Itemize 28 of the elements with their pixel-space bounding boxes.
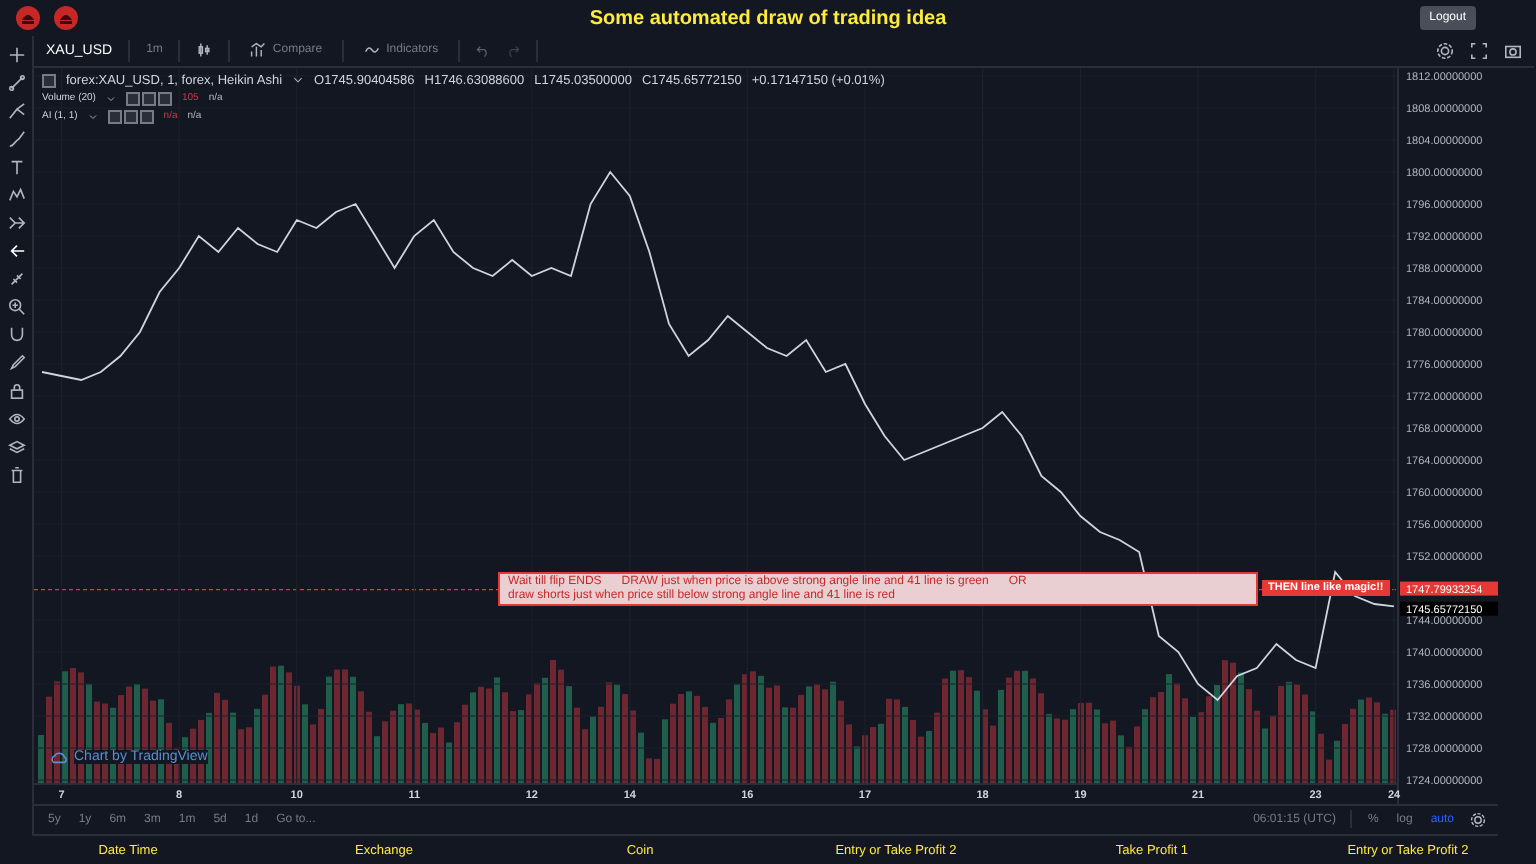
magnet-icon[interactable] bbox=[7, 326, 25, 344]
text-icon[interactable] bbox=[7, 158, 25, 176]
pattern-icon[interactable] bbox=[7, 186, 25, 204]
pencil-icon[interactable] bbox=[7, 354, 25, 372]
page-title: Some automated draw of trading idea bbox=[587, 7, 949, 29]
crosshair-icon[interactable] bbox=[7, 46, 25, 64]
lock-icon[interactable] bbox=[7, 382, 25, 400]
candles-icon[interactable] bbox=[196, 42, 213, 59]
layers-icon[interactable] bbox=[7, 438, 25, 456]
trend-line-icon[interactable] bbox=[7, 74, 25, 92]
cloud-icon bbox=[50, 747, 68, 766]
fork-icon[interactable] bbox=[7, 102, 25, 120]
gear-icon[interactable] bbox=[1470, 811, 1486, 828]
fullscreen-icon[interactable] bbox=[1470, 41, 1488, 60]
indicators-icon bbox=[364, 42, 381, 59]
zoom-in-icon[interactable] bbox=[7, 298, 25, 316]
trash-icon[interactable] bbox=[7, 466, 25, 484]
undo-icon[interactable] bbox=[476, 43, 491, 58]
logo-icon bbox=[54, 6, 78, 30]
logo-icon bbox=[16, 6, 40, 30]
gear-icon[interactable] bbox=[1436, 41, 1454, 60]
eye-icon[interactable] bbox=[7, 410, 25, 428]
checkbox[interactable] bbox=[42, 73, 56, 88]
arrow-icon[interactable] bbox=[7, 242, 25, 260]
camera-icon[interactable] bbox=[1504, 41, 1522, 60]
caret-icon[interactable] bbox=[292, 74, 305, 87]
brush-icon[interactable] bbox=[7, 130, 25, 148]
compare-icon bbox=[250, 42, 267, 59]
